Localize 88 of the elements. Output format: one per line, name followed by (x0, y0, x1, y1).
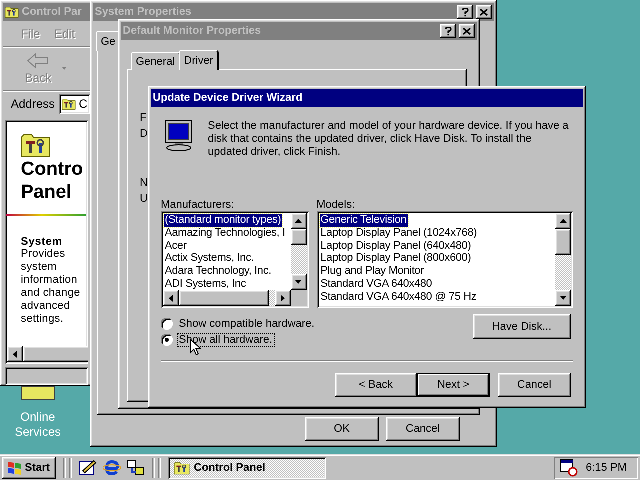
list-item[interactable]: Laptop Display Panel (1024x768) (320, 226, 478, 240)
arrow-down-icon (295, 280, 302, 284)
list-item[interactable]: Actix Systems, Inc. (164, 252, 256, 266)
address-label: Address (11, 97, 56, 111)
wizard-button[interactable]: < Back (335, 373, 417, 397)
arrow-left-icon (169, 294, 173, 302)
scrollbar[interactable] (7, 346, 86, 362)
list-item[interactable]: (Standard monitor types) (164, 214, 282, 227)
scrollbar[interactable] (555, 213, 571, 306)
help-button[interactable] (457, 5, 473, 19)
list-item[interactable]: Plug and Play Monitor (320, 265, 426, 278)
list-item[interactable]: Aamazing Technologies, I (164, 226, 286, 240)
folder-icon (62, 98, 76, 110)
list-box[interactable]: (Standard monitor types) Aamazing Technologies, I Acer Actix Systems, Inc. Adara Technology, Inc. ADI Systems, Inc (161, 211, 309, 308)
list-item[interactable]: Laptop Display Panel (640x480) (320, 240, 472, 252)
list-label: Models: (316, 199, 356, 211)
list-item[interactable]: Standard VGA 640x480 @ 75 Hz (320, 290, 478, 304)
close-button[interactable] (459, 24, 475, 38)
start-button[interactable]: Start (2, 457, 56, 479)
scroll-button[interactable] (290, 213, 307, 229)
help-button[interactable] (440, 24, 456, 38)
window-title: System Properties (95, 6, 193, 18)
tab[interactable]: General (131, 52, 182, 70)
list-box[interactable]: Generic Television Laptop Display Panel (1024x768) Laptop Display Panel (640x480) Laptop Display Panel (800x600) Plug and Play Monitor Standard VGA 640x480 Standard VGA 640x480 @ 75 Hz (316, 211, 573, 308)
list-item[interactable]: ADI Systems, Inc (164, 278, 248, 290)
list-label: Manufacturers: (161, 199, 236, 211)
scroll-thumb[interactable] (179, 290, 269, 306)
scrollbar-corner (290, 290, 307, 306)
folder-icon (21, 132, 51, 158)
window-title: Control Par (22, 6, 83, 18)
scroll-thumb[interactable] (290, 229, 307, 245)
scroll-button[interactable] (290, 274, 307, 290)
label-text: N (140, 176, 148, 191)
arrow-down-icon (560, 296, 566, 300)
taskbar-button[interactable]: Control Panel (168, 457, 326, 479)
scroll-button[interactable] (555, 290, 571, 306)
browser-icon[interactable] (103, 459, 121, 477)
desktop-shortcut-icon[interactable] (79, 459, 97, 477)
label-text: U (140, 192, 148, 207)
close-icon (463, 28, 471, 34)
scroll-button[interactable] (7, 346, 23, 362)
tab[interactable]: Driver (179, 50, 220, 70)
arrow-up-icon (295, 219, 302, 223)
radio-button[interactable] (161, 318, 173, 330)
windows-logo-icon (5, 460, 23, 476)
panel-heading: Contro Panel (21, 158, 84, 204)
address-field[interactable]: C (59, 94, 90, 114)
window-title: Default Monitor Properties (123, 25, 262, 37)
arrow-right-icon (280, 294, 285, 302)
scroll-thumb[interactable] (23, 346, 88, 362)
item-description: Provides system information and change advanced settings. (21, 248, 82, 326)
help-icon (444, 26, 452, 36)
list-item[interactable]: Acer (164, 240, 188, 252)
instruction-text: Select the manufacturer and model of your hardware device. If you have a disk that contains the updated driver, click Have Disk. To install the updated driver, click Finish. (208, 120, 570, 159)
item-title: System (21, 236, 64, 248)
close-button[interactable] (476, 5, 492, 19)
scrollbar[interactable] (163, 290, 291, 306)
back-arrow-icon (27, 52, 50, 68)
scroll-button[interactable] (555, 213, 571, 229)
network-icon[interactable] (127, 459, 145, 477)
folder-icon (174, 461, 190, 475)
list-item[interactable]: Standard VGA 640x480 (320, 278, 434, 291)
desktop-icon[interactable] (21, 386, 55, 400)
scroll-thumb[interactable] (555, 229, 571, 255)
list-item[interactable]: Laptop Display Panel (800x600) (320, 252, 472, 266)
have-disk-button[interactable]: Have Disk... (473, 314, 571, 339)
arrow-up-icon (560, 219, 566, 223)
folder-icon (5, 6, 19, 18)
list-item[interactable]: Adara Technology, Inc. (164, 265, 272, 278)
dialog-button[interactable]: OK (305, 417, 379, 441)
wizard-button[interactable]: Next > (417, 373, 490, 397)
help-icon (462, 8, 468, 16)
label-text: F (140, 111, 148, 126)
dialog-button[interactable]: Cancel (386, 417, 460, 441)
monitor-icon (163, 120, 195, 152)
scroll-button[interactable] (163, 290, 179, 306)
label-text: D (140, 127, 148, 142)
scroll-button[interactable] (274, 290, 291, 306)
clock: 6:15 PM (586, 462, 627, 474)
close-icon (480, 8, 488, 16)
radio-button[interactable] (161, 334, 173, 346)
calendar-icon[interactable] (560, 459, 578, 477)
list-item[interactable]: Generic Television (320, 214, 408, 227)
window-title: Update Device Driver Wizard (153, 92, 304, 104)
scrollbar[interactable] (290, 213, 307, 290)
arrow-left-icon (13, 350, 17, 358)
wizard-button[interactable]: Cancel (498, 373, 571, 397)
radio-label[interactable]: Show compatible hardware. (178, 318, 316, 330)
